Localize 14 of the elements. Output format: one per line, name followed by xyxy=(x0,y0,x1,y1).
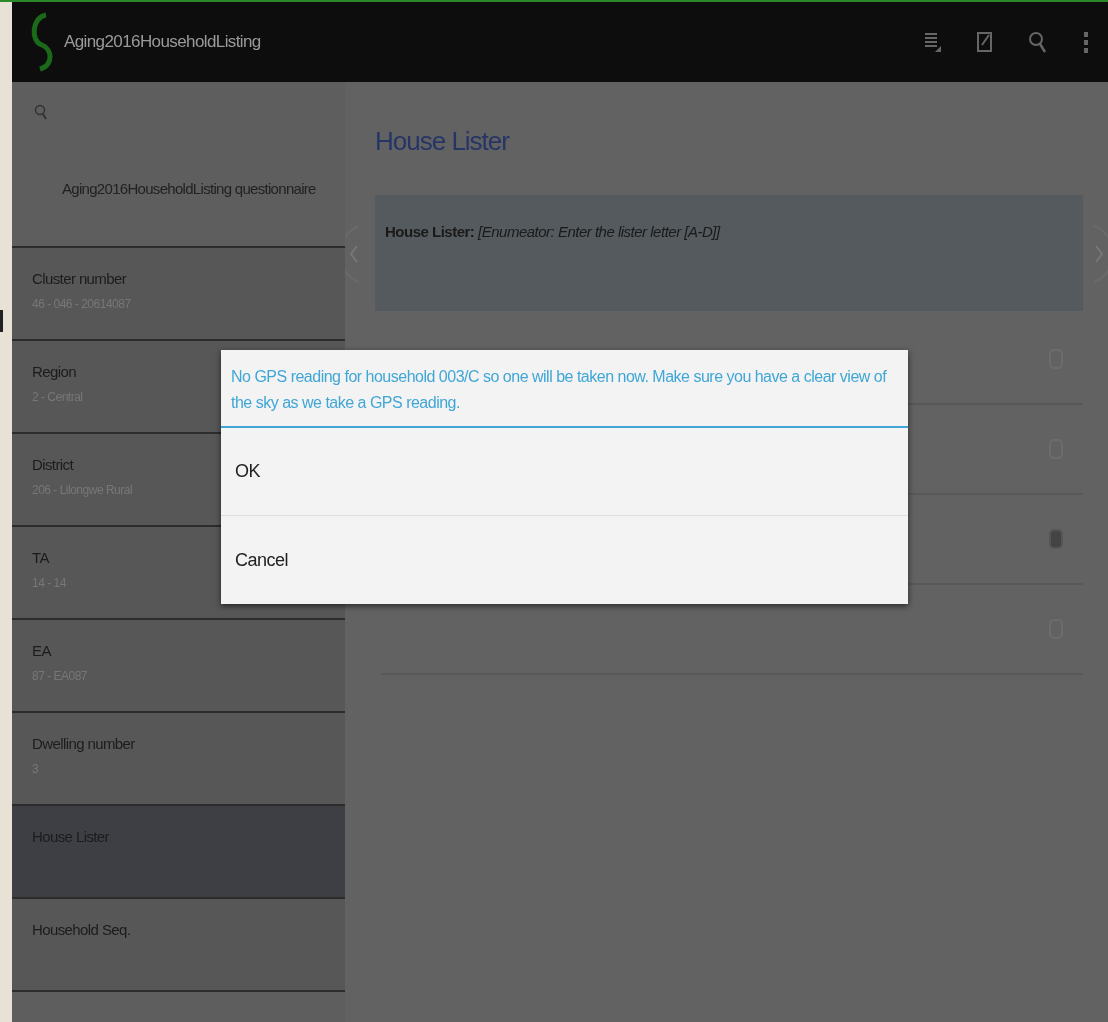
questionnaire-title: Aging2016HouseholdListing questionnaire xyxy=(62,180,317,197)
radio-button[interactable] xyxy=(1049,529,1063,549)
app-title: Aging2016HouseholdListing xyxy=(64,32,261,52)
edge-mark xyxy=(0,310,3,332)
page-title: House Lister xyxy=(375,126,511,157)
question-text: House Lister: [Enumeator: Enter the lister letter [A-D]] xyxy=(385,223,720,240)
more-icon[interactable] xyxy=(1082,30,1090,54)
search-icon[interactable] xyxy=(34,104,48,122)
list-icon[interactable] xyxy=(924,31,942,53)
edit-icon[interactable] xyxy=(976,31,994,53)
search-icon[interactable] xyxy=(1028,30,1048,54)
dialog-option[interactable]: OK xyxy=(221,428,908,516)
sidebar-item[interactable]: Household Seq. xyxy=(12,899,345,992)
dialog-option[interactable]: Cancel xyxy=(221,516,908,604)
